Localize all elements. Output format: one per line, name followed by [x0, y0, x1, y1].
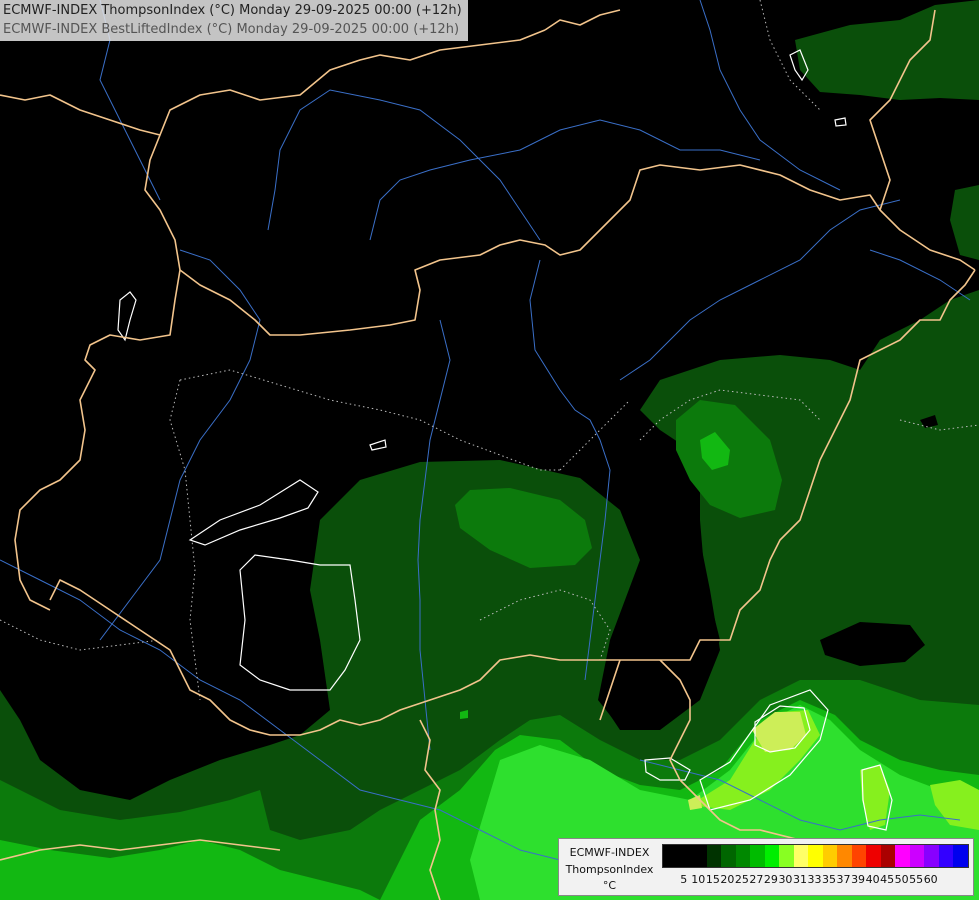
legend-parameter: ThompsonIndex: [565, 863, 654, 876]
legend-swatch: [779, 845, 794, 867]
legend-tick-label: 45: [880, 873, 895, 886]
legend-swatch: [677, 845, 693, 867]
color-legend: ECMWF-INDEX ThompsonIndex °C 5 10 15 20 25 27…: [558, 838, 974, 896]
legend-swatch: [793, 845, 809, 867]
legend-tick-label: 30: [778, 873, 793, 886]
legend-swatch: [808, 845, 823, 867]
legend-tick-label: 37: [836, 873, 851, 886]
legend-ticks: 5 10 15 20 25 27 29 30 31 33 35 37 39 40 45 50 55 60: [662, 873, 967, 887]
legend-swatch: [938, 845, 954, 867]
legend-swatch: [866, 845, 881, 867]
map-title-box: ECMWF-INDEX ThompsonIndex (°C) Monday 29…: [0, 0, 468, 41]
legend-tick-label: 31: [792, 873, 807, 886]
title-line-2: ECMWF-INDEX BestLiftedIndex (°C) Monday …: [3, 22, 460, 37]
legend-swatch: [692, 845, 707, 867]
legend-tick-label: 15: [705, 873, 720, 886]
legend-tick-label: 10: [691, 873, 706, 886]
legend-swatch: [735, 845, 751, 867]
legend-tick-label: 29: [763, 873, 778, 886]
legend-swatch: [822, 845, 838, 867]
legend-swatch: [924, 845, 939, 867]
legend-model: ECMWF-INDEX: [569, 846, 650, 859]
legend-swatch: [837, 845, 852, 867]
legend-swatch: [895, 845, 910, 867]
legend-tick-label: 55: [909, 873, 924, 886]
legend-swatch: [706, 845, 722, 867]
legend-swatch: [764, 845, 780, 867]
legend-tick-label: 60: [923, 873, 938, 886]
legend-tick-label: 5: [680, 873, 688, 886]
legend-tick-label: 25: [734, 873, 749, 886]
legend-tick-label: 33: [807, 873, 822, 886]
legend-tick-label: 20: [720, 873, 735, 886]
legend-tick-label: 35: [822, 873, 837, 886]
legend-tick-label: 39: [851, 873, 866, 886]
legend-swatch: [909, 845, 925, 867]
legend-tick-label: 50: [894, 873, 909, 886]
legend-tick-label: 27: [749, 873, 764, 886]
title-line-1: ECMWF-INDEX ThompsonIndex (°C) Monday 29…: [3, 3, 462, 18]
legend-swatch: [721, 845, 736, 867]
legend-swatch: [953, 845, 968, 867]
weather-map: [0, 0, 979, 900]
legend-tick-label: 40: [865, 873, 880, 886]
legend-swatch: [851, 845, 867, 867]
legend-swatch: [880, 845, 896, 867]
legend-swatch: [750, 845, 765, 867]
legend-swatch: [663, 845, 678, 867]
legend-swatches: [662, 844, 969, 868]
legend-unit: °C: [602, 879, 617, 892]
